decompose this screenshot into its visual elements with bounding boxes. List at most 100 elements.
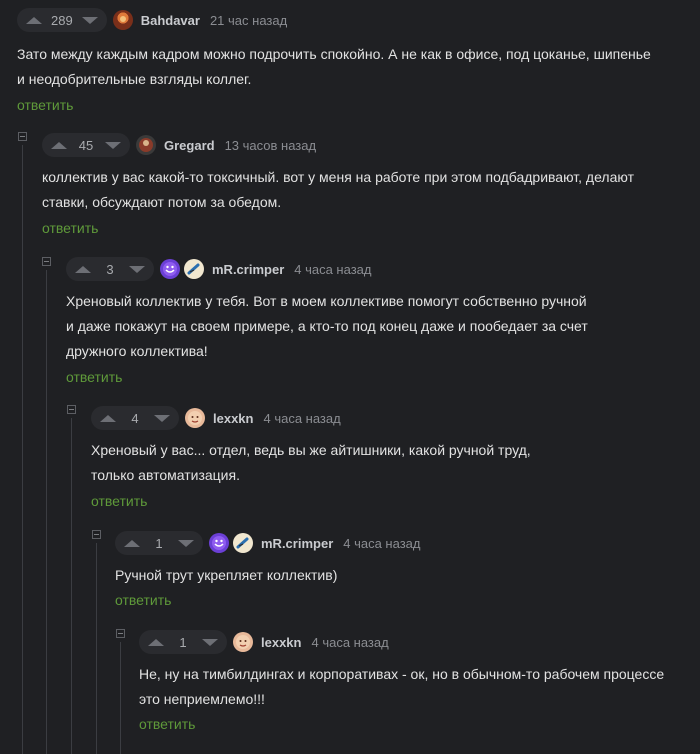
reply-button[interactable]: ответить <box>115 592 700 608</box>
text-line: Ручной трут укрепляет коллектив) <box>115 567 338 583</box>
reply-button[interactable]: ответить <box>139 716 700 732</box>
arrow-down-icon <box>105 141 121 149</box>
reply-button[interactable]: ответить <box>42 220 700 236</box>
comment-header: 4 lexxkn 4 часа назад <box>91 406 700 430</box>
arrow-up-icon <box>75 265 91 273</box>
comment-text: Не, ну на тимбилдингах и корпоративах - … <box>139 662 694 712</box>
rating: 3 <box>106 261 114 277</box>
comment-header: 45 Gregard 13 часов назад <box>42 133 700 157</box>
arrow-down-icon <box>81 16 98 24</box>
comment: 4 lexxkn 4 часа назад Хреновый у вас... … <box>91 406 700 509</box>
arrow-down-icon <box>202 638 218 646</box>
badge-icon <box>236 537 249 549</box>
vote-box: 289 <box>17 8 107 32</box>
collapse-icon[interactable] <box>67 405 76 414</box>
arrow-down-icon <box>129 265 145 273</box>
comment-header: 1 lexxkn 4 часа назад <box>139 630 700 654</box>
upvote-button[interactable] <box>66 257 100 281</box>
upvote-button[interactable] <box>17 8 51 32</box>
reply-button[interactable]: ответить <box>17 97 700 113</box>
downvote-button[interactable] <box>96 133 130 157</box>
vote-box: 3 <box>66 257 154 281</box>
thread-line <box>71 418 72 754</box>
badge-icon <box>184 259 204 279</box>
timestamp[interactable]: 4 часа назад <box>343 536 420 551</box>
vote-box: 1 <box>115 531 203 555</box>
downvote-button[interactable] <box>145 406 179 430</box>
timestamp[interactable]: 4 часа назад <box>311 635 388 650</box>
avatar[interactable] <box>185 408 205 428</box>
comment-text: коллектив у вас какой-то токсичный. вот … <box>42 165 682 215</box>
reply-button[interactable]: ответить <box>91 493 700 509</box>
reply-button[interactable]: ответить <box>66 369 700 385</box>
timestamp[interactable]: 13 часов назад <box>225 138 317 153</box>
comment-header: 289 Bahdavar 21 час назад <box>17 8 700 32</box>
text-line: ставки, обсуждают потом за обедом. <box>42 194 282 210</box>
upvote-button[interactable] <box>42 133 76 157</box>
avatar[interactable] <box>136 135 156 155</box>
vote-box: 45 <box>42 133 130 157</box>
badge-icon <box>233 533 253 553</box>
author-name[interactable]: lexxkn <box>213 411 253 426</box>
downvote-button[interactable] <box>73 8 107 32</box>
text-line: только автоматизация. <box>91 467 240 483</box>
author-name[interactable]: Bahdavar <box>141 13 200 28</box>
avatar-icon <box>188 411 202 425</box>
author-name[interactable]: mR.crimper <box>212 262 284 277</box>
avatar[interactable] <box>112 10 133 30</box>
collapse-icon[interactable] <box>18 132 27 141</box>
arrow-up-icon <box>148 638 164 646</box>
thread-line <box>46 270 47 754</box>
upvote-button[interactable] <box>139 630 173 654</box>
comment-header: 3 mR.crimper 4 часа назад <box>66 257 700 281</box>
avatar-icon <box>236 635 250 649</box>
text-line: и неодобрительные взгляды коллег. <box>17 71 252 87</box>
collapse-icon[interactable] <box>42 257 51 266</box>
comment-header: 1 mR.crimper 4 часа назад <box>115 531 700 555</box>
thread-line <box>96 543 97 754</box>
comment-text: Хреновый у вас... отдел, ведь вы же айти… <box>91 438 681 488</box>
vote-box: 4 <box>91 406 179 430</box>
avatar-icon <box>139 138 153 152</box>
author-name[interactable]: lexxkn <box>261 635 301 650</box>
rating: 289 <box>51 12 73 28</box>
comment: 289 Bahdavar 21 час назад Зато между каж… <box>17 8 700 113</box>
arrow-up-icon <box>124 539 140 547</box>
comment: 1 lexxkn 4 часа назад Не, ну на тимбилди… <box>139 630 700 732</box>
arrow-up-icon <box>100 414 116 422</box>
text-line: Зато между каждым кадром можно подрочить… <box>17 46 651 62</box>
timestamp[interactable]: 21 час назад <box>210 13 287 28</box>
comment-text: Ручной трут укрепляет коллектив) <box>115 563 685 588</box>
text-line: Хреновый у вас... отдел, ведь вы же айти… <box>91 442 531 458</box>
badge-icon <box>187 263 200 275</box>
author-name[interactable]: mR.crimper <box>261 536 333 551</box>
comment: 1 mR.crimper 4 часа назад Ручной трут ук… <box>115 531 700 608</box>
thread-line <box>120 642 121 754</box>
author-name[interactable]: Gregard <box>164 138 215 153</box>
avatar[interactable] <box>209 533 229 553</box>
rating: 1 <box>179 634 187 650</box>
text-line: дружного коллектива! <box>66 343 208 359</box>
arrow-down-icon <box>154 414 170 422</box>
collapse-icon[interactable] <box>116 629 125 638</box>
arrow-down-icon <box>178 539 194 547</box>
text-line: коллектив у вас какой-то токсичный. вот … <box>42 169 634 185</box>
comment-text: Зато между каждым кадром можно подрочить… <box>17 42 687 92</box>
collapse-icon[interactable] <box>92 530 101 539</box>
upvote-button[interactable] <box>115 531 149 555</box>
timestamp[interactable]: 4 часа назад <box>294 262 371 277</box>
timestamp[interactable]: 4 часа назад <box>263 411 340 426</box>
avatar[interactable] <box>160 259 180 279</box>
avatar[interactable] <box>233 632 253 652</box>
text-line: Не, ну на тимбилдингах и корпоративах - … <box>139 666 665 682</box>
upvote-button[interactable] <box>91 406 125 430</box>
downvote-button[interactable] <box>193 630 227 654</box>
comment: 3 mR.crimper 4 часа назад Хреновый колле… <box>66 257 700 385</box>
text-line: это неприемлемо!!! <box>139 691 265 707</box>
rating: 45 <box>78 137 94 153</box>
rating: 4 <box>131 410 139 426</box>
downvote-button[interactable] <box>120 257 154 281</box>
comment-text: Хреновый коллектив у тебя. Вот в моем ко… <box>66 289 686 364</box>
avatar-icon <box>119 16 126 22</box>
downvote-button[interactable] <box>169 531 203 555</box>
